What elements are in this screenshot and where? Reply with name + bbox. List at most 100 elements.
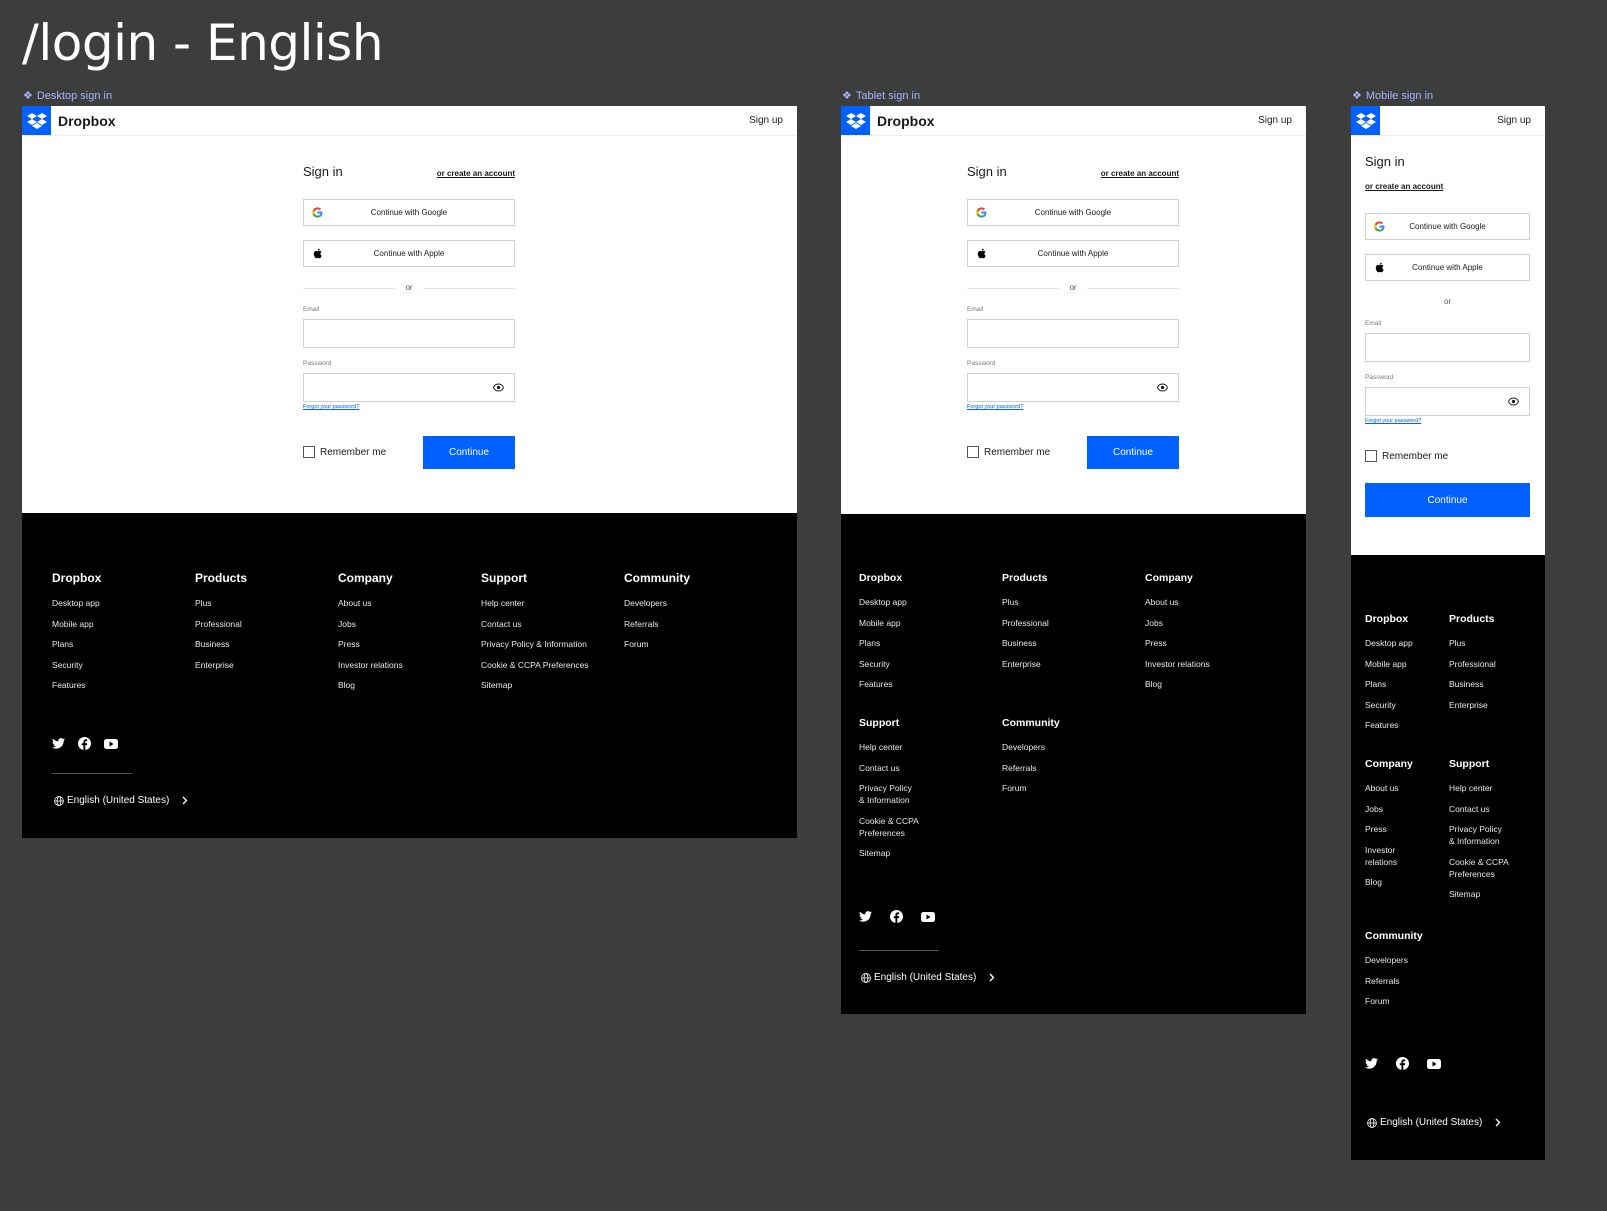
footer-link[interactable]: relations <box>1365 856 1413 868</box>
footer-link[interactable]: Referrals <box>1002 762 1060 774</box>
footer-link[interactable]: Mobile app <box>1365 658 1413 670</box>
footer-link[interactable]: Plus <box>1002 596 1049 608</box>
footer-link[interactable]: About us <box>338 597 403 609</box>
footer-link[interactable]: Jobs <box>1145 617 1210 629</box>
footer-link[interactable]: Forum <box>1002 782 1060 794</box>
facebook-icon[interactable] <box>78 737 91 750</box>
footer-link[interactable]: Cookie & CCPA Preferences <box>481 659 589 671</box>
footer-link[interactable]: Privacy Policy <box>859 782 919 794</box>
remember-checkbox[interactable] <box>303 446 315 458</box>
footer-link[interactable]: Press <box>338 638 403 650</box>
footer-link[interactable]: Plans <box>1365 678 1413 690</box>
footer-link[interactable]: Enterprise <box>1002 658 1049 670</box>
footer-link[interactable]: Enterprise <box>1449 699 1496 711</box>
forgot-password-link[interactable]: Forgot your password? <box>967 404 1023 410</box>
continue-button[interactable]: Continue <box>1365 483 1530 517</box>
footer-link[interactable]: Developers <box>624 597 690 609</box>
google-button[interactable]: Continue with Google <box>303 199 515 226</box>
apple-button[interactable]: Continue with Apple <box>967 240 1179 267</box>
footer-link[interactable]: Security <box>859 658 907 670</box>
footer-link[interactable]: Help center <box>1449 782 1509 794</box>
footer-link[interactable]: Investor <box>1365 844 1413 856</box>
google-button[interactable]: Continue with Google <box>1365 213 1530 240</box>
email-field[interactable] <box>303 319 515 348</box>
footer-link[interactable]: Jobs <box>338 618 403 630</box>
eye-icon[interactable] <box>1508 397 1519 406</box>
twitter-icon[interactable] <box>52 738 65 749</box>
remember-checkbox[interactable] <box>1365 450 1377 462</box>
footer-link[interactable]: Sitemap <box>859 847 919 859</box>
footer-link[interactable]: Blog <box>338 679 403 691</box>
remember-me[interactable]: Remember me <box>1365 450 1448 462</box>
footer-link[interactable]: Desktop app <box>1365 637 1413 649</box>
eye-icon[interactable] <box>493 383 504 392</box>
footer-link[interactable]: Business <box>1449 678 1496 690</box>
password-field[interactable] <box>303 373 515 402</box>
twitter-icon[interactable] <box>1365 1058 1378 1069</box>
eye-icon[interactable] <box>1157 383 1168 392</box>
footer-link[interactable]: Forum <box>624 638 690 650</box>
remember-checkbox[interactable] <box>967 446 979 458</box>
footer-link[interactable]: Investor relations <box>338 659 403 671</box>
footer-link[interactable]: About us <box>1365 782 1413 794</box>
footer-link[interactable]: & Information <box>1449 835 1509 847</box>
footer-link[interactable]: Developers <box>1365 954 1423 966</box>
footer-link[interactable]: Referrals <box>624 618 690 630</box>
footer-link[interactable]: Press <box>1365 823 1413 835</box>
footer-link[interactable]: Mobile app <box>52 618 101 630</box>
footer-link[interactable]: Privacy Policy <box>1449 823 1509 835</box>
forgot-password-link[interactable]: Forgot your password? <box>303 404 359 410</box>
footer-link[interactable]: Plans <box>52 638 101 650</box>
footer-link[interactable]: Enterprise <box>195 659 247 671</box>
dropbox-logo-icon[interactable] <box>841 106 870 135</box>
create-account-link[interactable]: or create an account <box>437 169 515 178</box>
footer-link[interactable]: Business <box>1002 637 1049 649</box>
footer-link[interactable]: Help center <box>859 741 919 753</box>
remember-me[interactable]: Remember me <box>967 446 1050 458</box>
footer-link[interactable]: Blog <box>1145 678 1210 690</box>
email-field[interactable] <box>967 319 1179 348</box>
footer-link[interactable]: Jobs <box>1365 803 1413 815</box>
forgot-password-link[interactable]: Forgot your password? <box>1365 418 1421 424</box>
footer-link[interactable]: Desktop app <box>52 597 101 609</box>
remember-me[interactable]: Remember me <box>303 446 386 458</box>
create-account-link[interactable]: or create an account <box>1101 169 1179 178</box>
dropbox-logo-icon[interactable] <box>22 106 51 135</box>
continue-button[interactable]: Continue <box>423 436 515 469</box>
footer-link[interactable]: Features <box>1365 719 1413 731</box>
footer-link[interactable]: Contact us <box>481 618 589 630</box>
footer-link[interactable]: Plans <box>859 637 907 649</box>
language-selector[interactable]: English (United States) <box>54 795 188 806</box>
youtube-icon[interactable] <box>1427 1058 1441 1069</box>
footer-link[interactable]: Preferences <box>859 827 919 839</box>
footer-link[interactable]: Cookie & CCPA <box>1449 856 1509 868</box>
footer-link[interactable]: Plus <box>195 597 247 609</box>
footer-link[interactable]: Business <box>195 638 247 650</box>
sign-up-link[interactable]: Sign up <box>1258 115 1292 126</box>
footer-link[interactable]: Preferences <box>1449 868 1509 880</box>
password-field[interactable] <box>1365 387 1530 416</box>
footer-link[interactable]: Professional <box>1002 617 1049 629</box>
footer-link[interactable]: Desktop app <box>859 596 907 608</box>
language-selector[interactable]: English (United States) <box>861 972 995 983</box>
footer-link[interactable]: Professional <box>195 618 247 630</box>
footer-link[interactable]: Contact us <box>1449 803 1509 815</box>
sign-up-link[interactable]: Sign up <box>1497 115 1531 126</box>
footer-link[interactable]: Press <box>1145 637 1210 649</box>
footer-link[interactable]: Help center <box>481 597 589 609</box>
continue-button[interactable]: Continue <box>1087 436 1179 469</box>
email-field[interactable] <box>1365 333 1530 362</box>
twitter-icon[interactable] <box>859 911 872 922</box>
language-selector[interactable]: English (United States) <box>1367 1117 1501 1128</box>
apple-button[interactable]: Continue with Apple <box>303 240 515 267</box>
footer-link[interactable]: Features <box>52 679 101 691</box>
footer-link[interactable]: Contact us <box>859 762 919 774</box>
footer-link[interactable]: & Information <box>859 794 919 806</box>
brand-name[interactable]: Dropbox <box>58 113 116 129</box>
apple-button[interactable]: Continue with Apple <box>1365 254 1530 281</box>
footer-link[interactable]: Developers <box>1002 741 1060 753</box>
create-account-link[interactable]: or create an account <box>1365 182 1443 191</box>
footer-link[interactable]: Forum <box>1365 995 1423 1007</box>
footer-link[interactable]: Cookie & CCPA <box>859 815 919 827</box>
footer-link[interactable]: About us <box>1145 596 1210 608</box>
